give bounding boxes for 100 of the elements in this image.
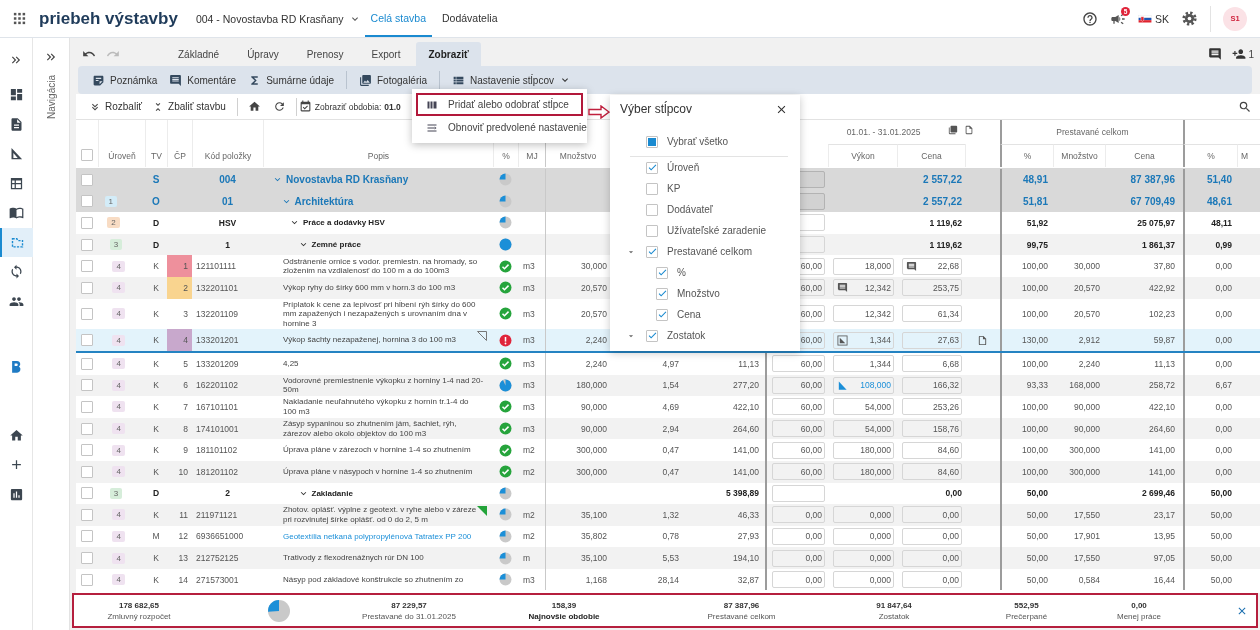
checkbox[interactable]: [81, 400, 93, 413]
value-field[interactable]: 0,00: [772, 506, 825, 524]
checkbox[interactable]: [81, 260, 93, 273]
value-field[interactable]: 54,000: [833, 398, 894, 416]
ribbon-tab[interactable]: Prenosy: [294, 42, 356, 66]
value-field[interactable]: 180,000: [833, 463, 894, 481]
value-field[interactable]: 60,00: [772, 398, 825, 416]
checkbox[interactable]: [81, 508, 93, 521]
nav-tab[interactable]: Dodávatelia: [436, 0, 504, 37]
checkbox[interactable]: [656, 308, 668, 321]
ribbon-tab[interactable]: Základné: [166, 42, 232, 66]
checkbox[interactable]: [81, 487, 93, 500]
checkbox[interactable]: [646, 329, 658, 342]
checkbox[interactable]: [81, 149, 93, 161]
collaborators-button[interactable]: 1: [1232, 47, 1254, 61]
help-icon[interactable]: [1082, 10, 1098, 27]
value-field[interactable]: 22,68: [902, 257, 962, 275]
ribbon-button[interactable]: Sumárne údaje: [242, 68, 340, 92]
language-button[interactable]: SK: [1138, 11, 1169, 26]
settings-icon[interactable]: [1181, 10, 1198, 27]
value-field[interactable]: 60,00: [772, 376, 825, 394]
project-dropdown[interactable]: 004 - Novostavba RD Krasňany: [195, 12, 361, 25]
checkbox[interactable]: [81, 465, 93, 478]
toolbar-button[interactable]: Zbaliť stavbu: [147, 95, 231, 118]
value-field[interactable]: [772, 484, 825, 502]
checkbox[interactable]: [81, 281, 93, 294]
description-text: Zásyp sypaninou so zhutnením jám, šachiet, rýh, zárezov alebo okolo objektov do 100 m3: [283, 418, 458, 439]
columns-settings-button[interactable]: Nastavenie stĺpcov: [446, 68, 577, 92]
checkbox[interactable]: [81, 379, 93, 392]
value-field[interactable]: 60,00: [772, 420, 825, 437]
value-field[interactable]: 253,75: [902, 279, 962, 297]
toolbar-button[interactable]: Rozbaliť: [84, 95, 148, 118]
file-icon[interactable]: [964, 125, 974, 135]
checkbox[interactable]: [81, 530, 93, 543]
checkbox[interactable]: [81, 422, 93, 435]
value-field[interactable]: 166,32: [902, 376, 962, 394]
checkbox[interactable]: [81, 238, 93, 251]
value-field[interactable]: 0,00: [772, 528, 825, 545]
apps-menu-icon[interactable]: [12, 11, 27, 26]
value-field[interactable]: 253,26: [902, 398, 962, 416]
checkbox[interactable]: [656, 287, 668, 300]
value-field[interactable]: 0,00: [902, 549, 962, 567]
checkbox[interactable]: [81, 307, 93, 320]
ribbon-tab[interactable]: Export: [359, 42, 413, 66]
checkbox[interactable]: [656, 266, 668, 279]
checkbox[interactable]: [646, 182, 658, 195]
checkbox[interactable]: [81, 173, 93, 186]
checkbox[interactable]: [646, 161, 658, 174]
value-field[interactable]: 27,63: [902, 331, 962, 349]
value-field[interactable]: 6,68: [902, 355, 962, 373]
table-cell-text: 23,17: [1152, 508, 1176, 522]
value-field[interactable]: 0,00: [902, 528, 962, 545]
value-field[interactable]: 1,344: [833, 331, 894, 349]
checkbox[interactable]: [646, 135, 658, 148]
value-field[interactable]: 61,34: [902, 305, 962, 323]
checkbox[interactable]: [81, 573, 93, 586]
value-field[interactable]: 0,00: [772, 571, 825, 589]
value-field[interactable]: 60,00: [772, 463, 825, 481]
value-field[interactable]: 0,000: [833, 528, 894, 545]
checkbox[interactable]: [646, 245, 658, 258]
value-field[interactable]: 60,00: [772, 355, 825, 373]
checkbox[interactable]: [81, 357, 93, 370]
value-field[interactable]: 1,344: [833, 355, 894, 373]
value-field[interactable]: 0,000: [833, 571, 894, 589]
period-button[interactable]: Zobraziť obdobia: 01.0: [296, 95, 401, 118]
value-field[interactable]: 0,000: [833, 506, 894, 524]
refresh-icon[interactable]: [272, 100, 286, 113]
value-field[interactable]: 84,60: [902, 441, 962, 459]
search-icon[interactable]: [1238, 99, 1252, 114]
home-icon[interactable]: [247, 100, 261, 113]
value-field[interactable]: 84,60: [902, 463, 962, 481]
value-field[interactable]: 180,000: [833, 441, 894, 459]
ribbon-tab[interactable]: Zobraziť: [416, 42, 481, 66]
file-icon[interactable]: [977, 334, 988, 346]
comment-icon[interactable]: [1208, 47, 1223, 61]
item-link[interactable]: Geotextília netkaná polypropylénová Tatratex PP 200: [283, 531, 472, 542]
stack-icon[interactable]: [948, 125, 958, 135]
checkbox[interactable]: [81, 195, 93, 208]
checkbox[interactable]: [81, 217, 93, 229]
value-field[interactable]: 18,000: [833, 257, 894, 275]
value-field[interactable]: 0,000: [833, 549, 894, 567]
value-field[interactable]: 0,00: [902, 571, 962, 589]
ribbon-button[interactable]: Poznámka: [86, 68, 164, 92]
checkbox[interactable]: [81, 444, 93, 457]
description-text: Zemné práce: [297, 239, 361, 251]
value-field[interactable]: 12,342: [833, 279, 894, 297]
checkbox[interactable]: [81, 334, 93, 347]
checkbox[interactable]: [81, 552, 93, 565]
menu-item[interactable]: Pridať alebo odobrať stĺpce: [416, 93, 583, 116]
value-field[interactable]: 12,342: [833, 305, 894, 323]
ribbon-button[interactable]: Komentáre: [163, 68, 243, 92]
value-field[interactable]: 0,00: [772, 549, 825, 567]
ribbon-button[interactable]: Fotogaléria: [353, 68, 434, 92]
value-field[interactable]: 158,76: [902, 420, 962, 437]
checkbox[interactable]: [646, 224, 658, 237]
value-field[interactable]: 54,000: [833, 420, 894, 437]
ribbon-tab[interactable]: Úpravy: [235, 42, 291, 66]
checkbox[interactable]: [646, 203, 658, 216]
value-field[interactable]: 0,00: [902, 506, 962, 524]
value-field[interactable]: 60,00: [772, 441, 825, 459]
